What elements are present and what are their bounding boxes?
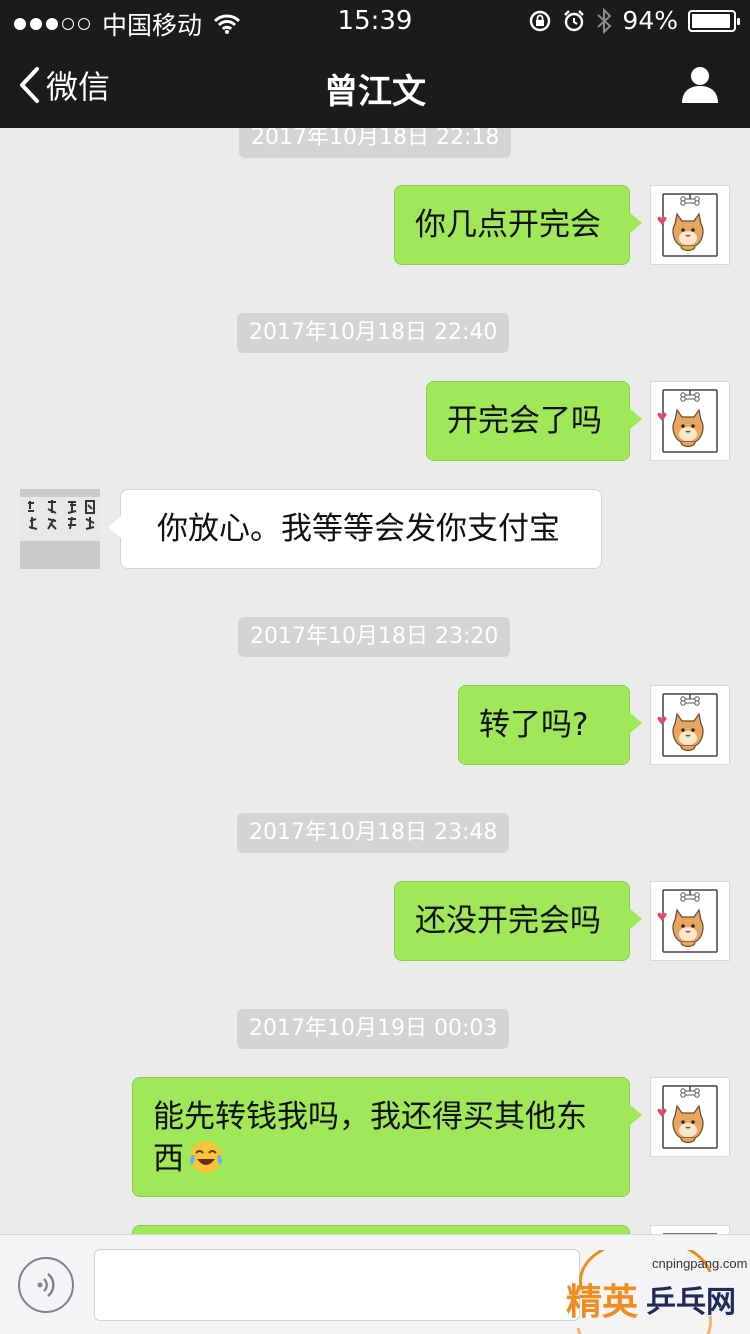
timestamp: 2017年10月18日 23:48	[237, 813, 510, 853]
sent-message[interactable]: 还没开完会吗	[394, 881, 642, 961]
received-message[interactable]: 你放心。我等等会发你支付宝	[108, 489, 602, 569]
message-text: 你几点开完会	[415, 207, 601, 243]
sent-message[interactable]: 能先转钱我吗，我还得买其他东西	[132, 1077, 642, 1197]
rotation-lock-icon	[530, 10, 551, 31]
top-bar: 中国移动 15:39 94% 微信 曾江文	[0, 0, 750, 128]
message-text: 你放心。我等等会发你支付宝	[157, 511, 560, 547]
my-avatar[interactable]	[650, 381, 730, 461]
timestamp: 2017年10月18日 23:20	[238, 617, 511, 657]
alarm-icon	[564, 9, 585, 31]
watermark-brand-right: 乒乓网	[646, 1285, 736, 1320]
message-text: 转了吗?	[479, 707, 589, 743]
calligraphy-avatar-image	[20, 489, 100, 569]
my-avatar[interactable]	[650, 881, 730, 961]
status-bar: 中国移动 15:39 94%	[0, 0, 750, 40]
chat-area[interactable]: 2017年10月18日 22:18 你几点开完会 2017年10月18日 22:…	[0, 128, 750, 1234]
battery-level	[692, 13, 730, 28]
bluetooth-icon	[597, 7, 612, 34]
message-text: 开完会了吗	[447, 403, 602, 439]
contact-avatar[interactable]	[20, 489, 100, 569]
watermark-url: cnpingpang.com	[652, 1256, 747, 1271]
my-avatar[interactable]	[650, 1077, 730, 1157]
chat-title: 曾江文	[324, 72, 426, 112]
sent-message[interactable]: 开完会了吗	[426, 381, 642, 461]
message-input[interactable]	[94, 1249, 580, 1321]
timestamp: 2017年10月19日 00:03	[237, 1009, 510, 1049]
watermark-logo: cnpingpang.com 精英 乒乓网	[566, 1250, 747, 1334]
watermark-brand-left: 精英	[566, 1282, 639, 1323]
message-text: 还没开完会吗	[415, 903, 601, 939]
voice-input-button[interactable]	[18, 1257, 74, 1313]
sent-message[interactable]	[132, 1225, 630, 1234]
timestamp: 2017年10月18日 22:18	[239, 128, 512, 158]
my-avatar[interactable]	[650, 1225, 730, 1234]
sent-message[interactable]: 你几点开完会	[394, 185, 642, 265]
my-avatar[interactable]	[650, 185, 730, 265]
crying-laughing-emoji-icon	[190, 1141, 222, 1173]
voice-icon	[37, 1273, 55, 1297]
battery-percent: 94%	[622, 6, 678, 35]
nav-bar: 微信 曾江文	[0, 40, 750, 128]
timestamp: 2017年10月18日 22:40	[237, 313, 510, 353]
sent-message[interactable]: 转了吗?	[458, 685, 642, 765]
contact-profile-icon[interactable]	[680, 64, 720, 104]
battery-icon	[688, 9, 740, 32]
my-avatar[interactable]	[650, 685, 730, 765]
